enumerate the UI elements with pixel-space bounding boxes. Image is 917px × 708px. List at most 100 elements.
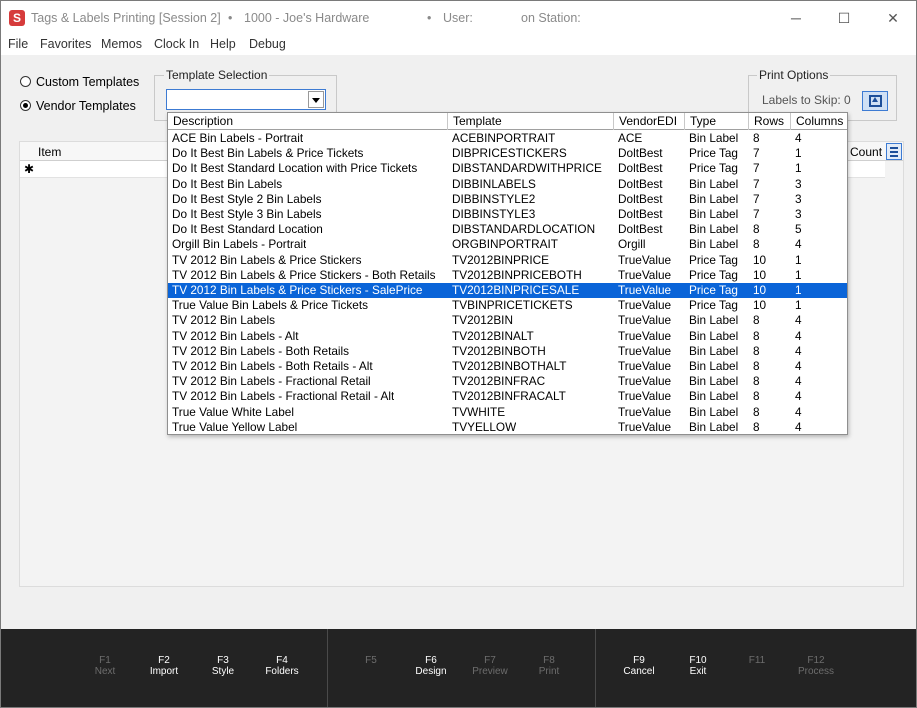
cell-columns: 4: [795, 374, 802, 389]
fkey-label: Print: [538, 666, 560, 677]
cell-vendoredi: DoltBest: [618, 176, 663, 191]
template-option-row[interactable]: Do It Best Standard Location with Price …: [168, 161, 847, 176]
template-option-row[interactable]: Do It Best Style 2 Bin Labels DIBBINSTYLE…: [168, 192, 847, 207]
fkey-f11-button: F11: [727, 655, 787, 666]
cell-columns: 4: [795, 359, 802, 373]
template-option-row[interactable]: TV 2012 Bin Labels TV2012BIN TrueValue Bin …: [168, 313, 847, 328]
header-template: Template: [447, 113, 613, 130]
dropdown-header: Description Template VendorEDI Type Rows…: [168, 113, 847, 130]
cell-type: Bin Label: [689, 313, 739, 328]
template-option-row[interactable]: TV 2012 Bin Labels - Both Retails TV2012B…: [168, 344, 847, 359]
maximize-button[interactable]: ☐: [820, 1, 868, 35]
fkey-label: Import: [149, 666, 179, 677]
template-option-row[interactable]: ACE Bin Labels - Portrait ACEBINPORTRAIT A…: [168, 131, 847, 146]
window-title: Tags & Labels Printing [Session 2]: [31, 11, 221, 25]
cell-vendoredi: DoltBest: [618, 161, 663, 176]
template-option-row[interactable]: TV 2012 Bin Labels & Price Stickers - Sa…: [168, 283, 847, 299]
template-option-row[interactable]: TV 2012 Bin Labels & Price Stickers - Bo…: [168, 268, 847, 283]
close-button[interactable]: ✕: [869, 1, 916, 35]
menu-debug[interactable]: Debug: [249, 37, 286, 51]
fkey-key: F12: [807, 655, 825, 666]
cell-description: TV 2012 Bin Labels - Both Retails: [172, 343, 350, 358]
menu-memos[interactable]: Memos: [101, 37, 142, 51]
cell-template: TV2012BINFRACALT: [452, 389, 566, 404]
fkey-f10-button[interactable]: F10 Exit: [668, 655, 728, 677]
header-description: Description: [173, 114, 234, 128]
cell-type: Price Tag: [689, 298, 738, 313]
cell-vendoredi: DoltBest: [618, 146, 663, 161]
cell-template: TV2012BINALT: [452, 328, 534, 343]
menu-favorites[interactable]: Favorites: [40, 37, 91, 51]
fkey-f9-button[interactable]: F9 Cancel: [609, 655, 669, 677]
fkey-key: F6: [425, 655, 437, 666]
menu-help[interactable]: Help: [210, 37, 236, 51]
vendor-templates-radio[interactable]: Vendor Templates: [20, 99, 136, 113]
cell-template: TV2012BIN: [452, 313, 513, 328]
column-header-count[interactable]: Count: [850, 145, 882, 159]
template-option-row[interactable]: Do It Best Bin Labels DIBBINLABELS DoltBes…: [168, 177, 847, 192]
cell-columns: 1: [795, 146, 802, 161]
cell-vendoredi: TrueValue: [618, 298, 672, 313]
fkey-f2-button[interactable]: F2 Import: [134, 655, 194, 677]
template-dropdown-list[interactable]: Description Template VendorEDI Type Rows…: [167, 112, 848, 435]
cell-rows: 7: [753, 191, 760, 206]
cell-type: Bin Label: [689, 404, 739, 419]
template-option-row[interactable]: Orgill Bin Labels - Portrait ORGBINPORTRA…: [168, 237, 847, 252]
cell-columns: 4: [795, 389, 802, 404]
fkey-f4-button[interactable]: F4 Folders: [252, 655, 312, 677]
cell-description: Do It Best Bin Labels: [172, 176, 283, 191]
template-option-row[interactable]: TV 2012 Bin Labels - Fractional Retail -…: [168, 389, 847, 404]
cell-description: Do It Best Style 3 Bin Labels: [172, 207, 322, 221]
menu-file[interactable]: File: [8, 37, 28, 51]
cell-columns: 4: [795, 237, 802, 252]
print-options-button[interactable]: [862, 91, 888, 111]
minimize-button[interactable]: ─: [772, 1, 820, 35]
cell-rows: 7: [753, 207, 760, 221]
fkey-key: F4: [276, 655, 288, 666]
template-option-row[interactable]: TV 2012 Bin Labels & Price Stickers TV201…: [168, 253, 847, 268]
template-option-row[interactable]: Do It Best Style 3 Bin Labels DIBBINSTYLE…: [168, 207, 847, 222]
cell-vendoredi: DoltBest: [618, 222, 663, 237]
template-option-row[interactable]: TV 2012 Bin Labels - Fractional Retail TV…: [168, 374, 847, 389]
cell-type: Bin Label: [689, 176, 739, 191]
cell-description: TV 2012 Bin Labels - Fractional Retail -…: [172, 389, 395, 404]
fkey-f1-button: F1 Next: [75, 655, 135, 677]
template-option-row[interactable]: Do It Best Bin Labels & Price Tickets DIB…: [168, 146, 847, 161]
chevron-down-icon[interactable]: [308, 91, 324, 108]
template-option-row[interactable]: True Value Bin Labels & Price Tickets TVB…: [168, 298, 847, 313]
cell-columns: 4: [795, 328, 802, 343]
cell-template: DIBBINSTYLE2: [452, 191, 536, 206]
cell-rows: 8: [753, 374, 760, 389]
column-chooser-icon[interactable]: [886, 143, 902, 160]
fkey-separator: [327, 629, 328, 707]
cell-description: TV 2012 Bin Labels: [172, 313, 275, 328]
template-option-row[interactable]: TV 2012 Bin Labels - Alt TV2012BINALT True…: [168, 329, 847, 344]
header-columns: Columns: [790, 113, 847, 130]
cell-vendoredi: TrueValue: [618, 252, 672, 267]
cell-description: TV 2012 Bin Labels - Both Retails - Alt: [172, 359, 373, 373]
labels-to-skip-label: Labels to Skip: 0: [762, 93, 851, 107]
template-option-row[interactable]: True Value Yellow Label TVYELLOW TrueValue…: [168, 420, 847, 434]
column-header-item[interactable]: Item: [38, 145, 61, 159]
template-combo[interactable]: [166, 89, 326, 110]
cell-type: Bin Label: [689, 222, 739, 237]
fkey-f3-button[interactable]: F3 Style: [193, 655, 253, 677]
menu-clock-in[interactable]: Clock In: [154, 37, 199, 51]
cell-template: ORGBINPORTRAIT: [452, 237, 558, 252]
custom-templates-radio[interactable]: Custom Templates: [20, 75, 139, 89]
cell-template: DIBBINSTYLE3: [452, 207, 536, 221]
cell-vendoredi: TrueValue: [618, 328, 672, 343]
cell-type: Bin Label: [689, 374, 739, 389]
cell-rows: 8: [753, 222, 760, 237]
fkey-f6-button[interactable]: F6 Design: [401, 655, 461, 677]
cell-rows: 8: [753, 131, 760, 145]
cell-vendoredi: TrueValue: [618, 267, 672, 282]
template-option-row[interactable]: Do It Best Standard Location DIBSTANDARDL…: [168, 222, 847, 237]
template-option-row[interactable]: TV 2012 Bin Labels - Both Retails - Alt T…: [168, 359, 847, 374]
app-logo-icon: S: [9, 10, 25, 26]
cell-type: Price Tag: [689, 267, 738, 282]
cell-type: Price Tag: [689, 283, 738, 297]
template-option-row[interactable]: True Value White Label TVWHITE TrueValue Bi…: [168, 405, 847, 420]
cell-columns: 4: [795, 404, 802, 419]
title-bar: S Tags & Labels Printing [Session 2] • 1…: [1, 1, 916, 35]
